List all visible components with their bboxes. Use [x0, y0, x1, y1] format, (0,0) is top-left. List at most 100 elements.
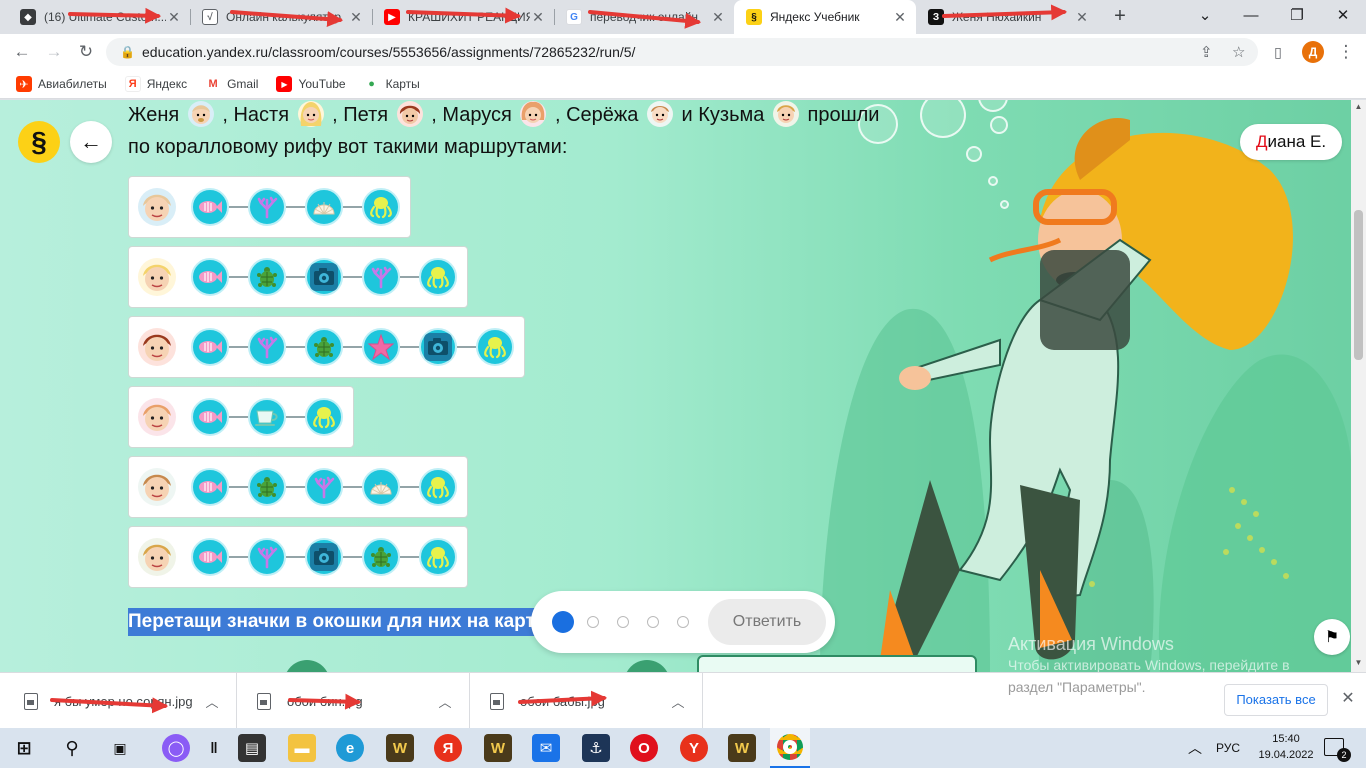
octopus-icon	[362, 188, 400, 226]
pager-dot[interactable]	[677, 616, 689, 628]
forward-arrow-icon[interactable]: →	[42, 40, 66, 64]
answer-button[interactable]: Ответить	[708, 599, 826, 645]
show-all-downloads-button[interactable]: Показать все	[1224, 684, 1328, 716]
image-file-icon	[24, 692, 38, 710]
world-of-tanks-icon[interactable]: W	[484, 734, 512, 762]
bookmark-star-icon[interactable]: ☆	[1232, 43, 1245, 61]
route-link	[286, 556, 305, 558]
windows-activation-watermark: Активация Windows Чтобы активировать Win…	[1008, 634, 1290, 672]
download-item[interactable]: обои бабы.jpg ︿	[470, 673, 703, 729]
close-icon[interactable]: ✕	[166, 9, 182, 25]
close-icon[interactable]: ✕	[1338, 689, 1358, 709]
language-indicator[interactable]: РУС	[1216, 728, 1240, 768]
close-icon[interactable]: ✕	[1074, 9, 1090, 25]
notification-count: 2	[1337, 748, 1351, 762]
route-row-kuzma	[128, 526, 468, 588]
taskbar-clock[interactable]: 15:40 19.04.2022	[1255, 731, 1317, 763]
new-tab-icon[interactable]: +	[1108, 5, 1132, 29]
world-of-tanks-icon[interactable]: W	[728, 734, 756, 762]
pager-dot[interactable]	[647, 616, 659, 628]
user-badge[interactable]: Диана Е.	[1240, 124, 1343, 160]
minimize-icon[interactable]: —	[1228, 0, 1274, 34]
report-flag-icon[interactable]: ⚑	[1314, 619, 1350, 655]
bookmark-aviabilety[interactable]: ✈ Авиабилеты	[16, 76, 107, 92]
bookmarks-bar: ✈ Авиабилеты Я Яндекс M Gmail ▶ YouTube …	[0, 70, 1366, 99]
file-explorer-icon[interactable]: ▬	[288, 734, 316, 762]
notifications-icon[interactable]: 2	[1324, 738, 1351, 762]
scroll-down-icon[interactable]: ▼	[1353, 658, 1364, 667]
pager-dot-current[interactable]	[552, 611, 574, 633]
chrome-menu-icon[interactable]: ⋮	[1334, 40, 1358, 64]
opera-icon[interactable]: O	[630, 734, 658, 762]
turtle-icon	[248, 258, 286, 296]
address-bar[interactable]: 🔒 education.yandex.ru/classroom/courses/…	[106, 38, 1258, 66]
tab-4[interactable]: G переводчик онлайн ✕	[554, 0, 734, 34]
youtube-icon: ▶	[384, 9, 400, 25]
bookmark-gmail[interactable]: M Gmail	[205, 76, 258, 92]
windows-taskbar: ⊞ ⚲ ▣ ◯ ‖ ▤ ▬ e W Я W ✉ ⚓ O Y W ︿ РУС 15…	[0, 728, 1366, 768]
route-link	[400, 346, 419, 348]
chrome-taskbar-icon[interactable]	[770, 728, 810, 768]
chevron-up-icon[interactable]: ︿	[202, 692, 222, 711]
user-name: иана Е.	[1267, 132, 1327, 151]
side-panel-icon[interactable]: ▯	[1266, 40, 1290, 64]
close-icon[interactable]: ✕	[348, 9, 364, 25]
close-icon[interactable]: ✕	[530, 9, 546, 25]
download-item[interactable]: обои бин.jpg ︿	[237, 673, 470, 729]
task-text: Женя , Настя , Петя , Маруся , Серёжа и …	[128, 100, 888, 163]
lock-icon[interactable]: 🔒	[120, 45, 135, 59]
back-button[interactable]: ←	[70, 121, 112, 163]
pager-dot[interactable]	[617, 616, 629, 628]
edge-icon[interactable]: e	[336, 734, 364, 762]
scroll-up-icon[interactable]: ▲	[1353, 102, 1364, 111]
yandex-browser-icon[interactable]: Я	[434, 734, 462, 762]
reload-icon[interactable]: ↻	[74, 40, 98, 64]
bookmark-maps[interactable]: ● Карты	[363, 76, 420, 92]
chevron-up-icon[interactable]: ︿	[435, 692, 455, 711]
maps-pin-icon: ●	[363, 76, 380, 92]
bubble	[990, 116, 1008, 134]
tab-2[interactable]: √ Онлайн калькулятор ✕	[190, 0, 372, 34]
bookmark-yandex[interactable]: Я Яндекс	[124, 76, 187, 92]
tab-title: Женя Нюхайкин	[952, 10, 1042, 24]
download-item[interactable]: я бы умер но сорян.jpg ︿	[4, 673, 237, 729]
chevron-up-icon[interactable]: ︿	[668, 692, 688, 711]
tab-3[interactable]: ▶ КРАШИХИТ РЕАКЦИЯ ✕	[372, 0, 554, 34]
yandex-uchebnik-logo[interactable]: §	[18, 121, 60, 163]
coral-icon	[248, 188, 286, 226]
yandex-uchebnik-icon: §	[746, 9, 762, 25]
search-icon[interactable]: ⚲	[58, 734, 86, 762]
tab-6[interactable]: З Женя Нюхайкин ✕	[916, 0, 1098, 34]
tab-1[interactable]: ◆ (16) Ultimate Custom... ✕	[8, 0, 190, 34]
close-icon[interactable]: ✕	[892, 9, 908, 25]
close-icon[interactable]: ✕	[710, 9, 726, 25]
tray-chevron-icon[interactable]: ︿	[1188, 728, 1202, 768]
tab-5-active[interactable]: § Яндекс Учебник ✕	[734, 0, 916, 34]
profile-avatar[interactable]: Д	[1302, 41, 1324, 63]
window-close-icon[interactable]: ✕	[1320, 0, 1366, 34]
pager-dot[interactable]	[587, 616, 599, 628]
mail-icon[interactable]: ✉	[532, 734, 560, 762]
scrollbar-thumb[interactable]	[1354, 210, 1363, 360]
windows-start-icon[interactable]: ⊞	[10, 734, 38, 762]
store-icon[interactable]: ▤	[238, 734, 266, 762]
share-icon[interactable]: ⇪	[1200, 43, 1213, 61]
bookmark-youtube[interactable]: ▶ YouTube	[276, 76, 346, 92]
back-arrow-icon[interactable]: ←	[10, 40, 34, 64]
url-text[interactable]: education.yandex.ru/classroom/courses/55…	[142, 44, 635, 60]
world-of-warships-icon[interactable]: ⚓	[582, 734, 610, 762]
world-of-tanks-icon[interactable]: W	[386, 734, 414, 762]
tab-search-chevron-icon[interactable]: ⌄	[1182, 0, 1228, 34]
aviasales-icon: ✈	[16, 76, 32, 92]
app-bars-icon[interactable]: ‖	[200, 734, 228, 762]
task-view-icon[interactable]: ▣	[106, 734, 134, 762]
name-nastya: , Настя	[222, 104, 290, 126]
yandex-icon[interactable]: Y	[680, 734, 708, 762]
name-marusya: , Маруся	[431, 104, 512, 126]
restore-icon[interactable]: ❐	[1274, 0, 1320, 34]
app-circle-icon[interactable]: ◯	[162, 734, 190, 762]
seryozha-avatar	[646, 101, 673, 127]
zhenya-avatar	[187, 101, 214, 127]
route-link	[286, 276, 305, 278]
page-scrollbar[interactable]: ▲ ▼	[1351, 100, 1366, 672]
